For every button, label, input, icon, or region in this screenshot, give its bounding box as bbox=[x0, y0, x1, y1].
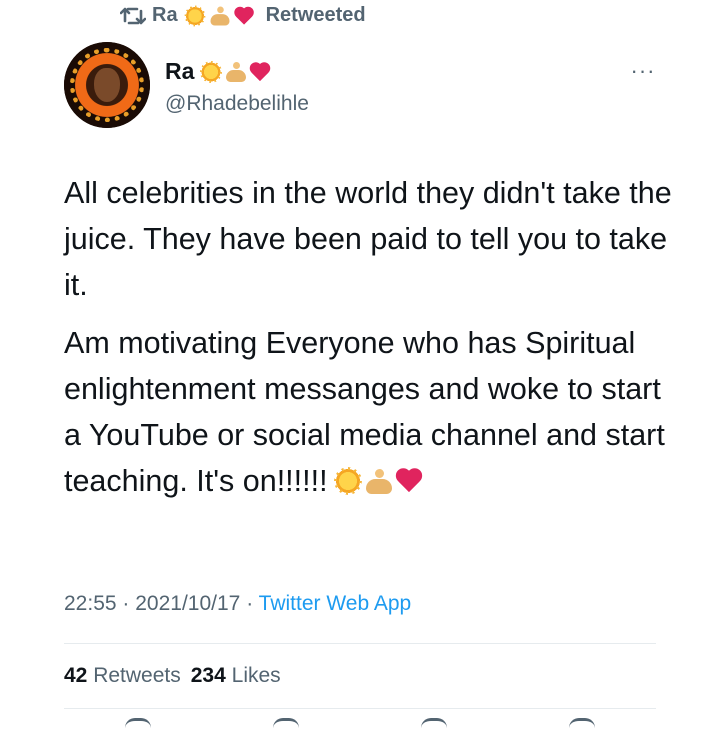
retweets-stat[interactable]: 42 Retweets bbox=[64, 664, 181, 688]
reply-icon[interactable] bbox=[125, 718, 151, 731]
tweet-source-link[interactable]: Twitter Web App bbox=[259, 592, 412, 615]
red-heart-icon bbox=[396, 468, 424, 494]
author-handle[interactable]: @Rhadebelihle bbox=[165, 92, 309, 116]
author-name[interactable]: Ra bbox=[165, 58, 272, 85]
person-lotus-icon bbox=[225, 61, 247, 83]
sun-icon bbox=[200, 60, 223, 83]
tweet-text: All celebrities in the world they didn't… bbox=[64, 170, 684, 516]
retweeter-emojis bbox=[184, 5, 256, 27]
retweets-label: Retweets bbox=[93, 664, 181, 687]
meta-separator: · bbox=[246, 592, 254, 615]
tweet-paragraph-1: All celebrities in the world they didn't… bbox=[64, 176, 672, 302]
likes-count: 234 bbox=[190, 664, 226, 687]
red-heart-icon bbox=[250, 62, 272, 82]
author-display-name[interactable]: Ra bbox=[165, 58, 194, 85]
tweet-emojis bbox=[333, 467, 424, 495]
sun-icon bbox=[184, 5, 206, 26]
more-options-button[interactable]: ··· bbox=[628, 58, 658, 83]
tweet-stats: 42 Retweets 234 Likes bbox=[64, 664, 281, 688]
avatar-face bbox=[94, 68, 120, 102]
tweet-date[interactable]: 2021/10/17 bbox=[135, 592, 240, 615]
likes-stat[interactable]: 234 Likes bbox=[191, 664, 281, 688]
retweeted-label: Retweeted bbox=[265, 4, 366, 26]
tweet-paragraph-2-end: on!!!!!! bbox=[242, 464, 328, 498]
retweeter-name[interactable]: Ra bbox=[152, 4, 178, 27]
meta-separator: · bbox=[122, 592, 130, 615]
sun-icon bbox=[333, 467, 362, 495]
tweet-detail: Ra Retweeted Ra @Rhadebelihle ··· All ce… bbox=[0, 0, 720, 731]
retweet-icon bbox=[120, 7, 146, 24]
retweet-action-icon[interactable] bbox=[273, 718, 299, 731]
tweet-last-line: on!!!!!! bbox=[243, 458, 424, 504]
person-lotus-icon bbox=[365, 467, 393, 495]
avatar[interactable] bbox=[64, 42, 150, 128]
tweet-meta: 22:55 · 2021/10/17 · Twitter Web App bbox=[64, 592, 411, 616]
divider bbox=[64, 643, 656, 644]
divider bbox=[64, 708, 656, 709]
share-icon[interactable] bbox=[569, 718, 595, 731]
retweet-context: Ra Retweeted bbox=[120, 4, 366, 27]
person-lotus-icon bbox=[209, 5, 230, 26]
author-emojis bbox=[200, 60, 272, 83]
likes-label: Likes bbox=[231, 664, 281, 687]
retweets-count: 42 bbox=[64, 664, 88, 687]
tweet-paragraph-2: Am motivating Everyone who has Spiritual… bbox=[64, 320, 684, 504]
tweet-time[interactable]: 22:55 bbox=[64, 592, 117, 615]
like-icon[interactable] bbox=[421, 718, 447, 731]
red-heart-icon bbox=[234, 6, 255, 25]
action-bar bbox=[64, 718, 656, 731]
